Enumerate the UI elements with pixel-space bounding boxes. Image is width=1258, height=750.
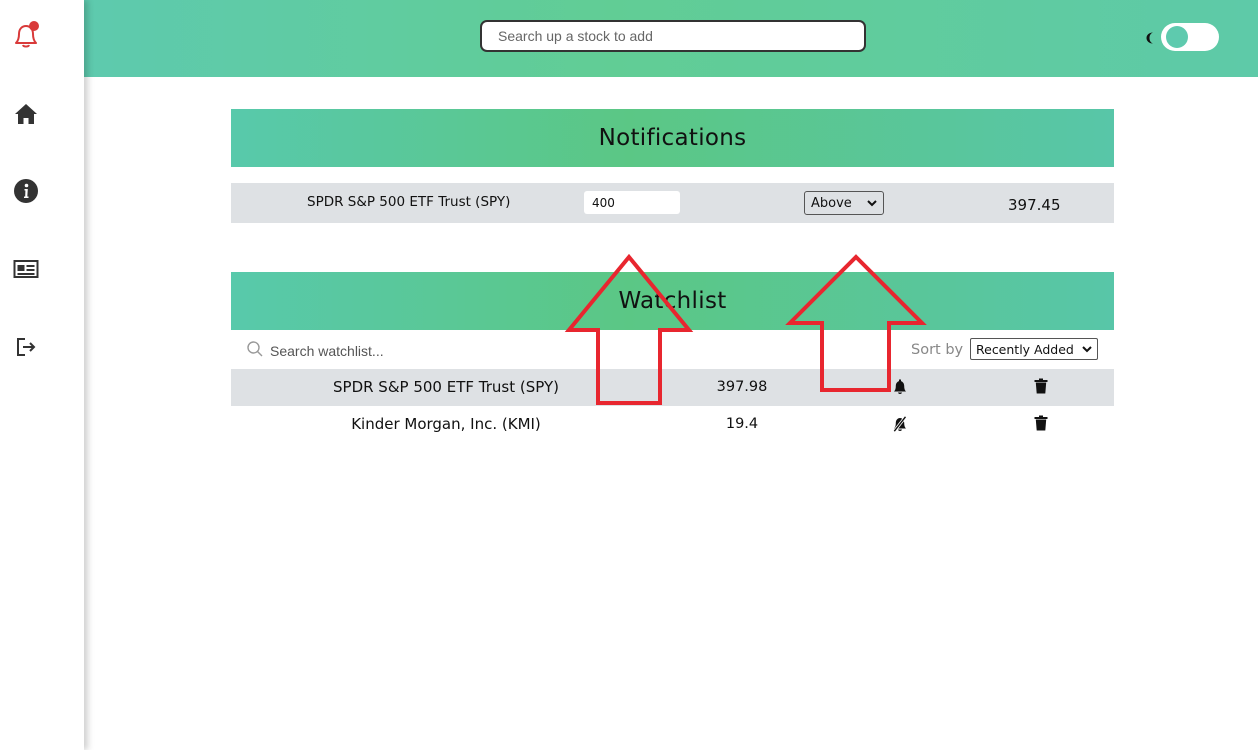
chevron-down-icon: [1081, 343, 1093, 358]
stock-search-input[interactable]: [480, 20, 866, 52]
watchlist-stock-price: 19.4: [725, 416, 759, 432]
bell-alert-icon[interactable]: [12, 21, 40, 49]
top-header: [84, 0, 1258, 77]
logout-icon[interactable]: [12, 333, 40, 361]
watchlist-heading: Watchlist: [231, 272, 1114, 330]
trash-icon[interactable]: [1032, 377, 1050, 395]
notification-current-price: 397.45: [1008, 196, 1061, 214]
sort-select[interactable]: Recently Added: [970, 338, 1098, 360]
watchlist-search-input[interactable]: [268, 339, 552, 363]
watchlist-title: Watchlist: [618, 288, 727, 314]
chevron-down-icon: [866, 197, 878, 213]
bell-icon[interactable]: [891, 378, 909, 396]
condition-value: Above: [811, 195, 852, 211]
trash-icon[interactable]: [1032, 414, 1050, 432]
notification-row: SPDR S&P 500 ETF Trust (SPY) Above 397.4…: [231, 183, 1114, 223]
watchlist-stock-price: 397.98: [716, 379, 768, 395]
info-icon[interactable]: [12, 177, 40, 205]
sidebar: [0, 0, 84, 750]
home-icon[interactable]: [12, 100, 40, 128]
watchlist-row[interactable]: Kinder Morgan, Inc. (KMI) 19.4: [231, 406, 1114, 443]
bell-slash-icon[interactable]: [891, 415, 909, 433]
news-icon[interactable]: [12, 255, 40, 283]
notification-target-input[interactable]: [584, 191, 680, 214]
notification-condition-select[interactable]: Above: [804, 191, 884, 215]
watchlist-stock-name: SPDR S&P 500 ETF Trust (SPY): [333, 378, 559, 396]
watchlist-stock-name: Kinder Morgan, Inc. (KMI): [351, 415, 541, 433]
sort-label: Sort by: [911, 342, 964, 358]
notifications-heading: Notifications: [231, 109, 1114, 167]
search-icon: [246, 340, 264, 358]
sort-value: Recently Added: [976, 341, 1074, 357]
theme-toggle[interactable]: [1161, 23, 1219, 51]
notification-stock-name: SPDR S&P 500 ETF Trust (SPY): [307, 194, 511, 210]
moon-icon: [1145, 28, 1157, 48]
toggle-knob: [1166, 26, 1188, 48]
notifications-title: Notifications: [598, 125, 747, 151]
watchlist-row[interactable]: SPDR S&P 500 ETF Trust (SPY) 397.98: [231, 369, 1114, 406]
